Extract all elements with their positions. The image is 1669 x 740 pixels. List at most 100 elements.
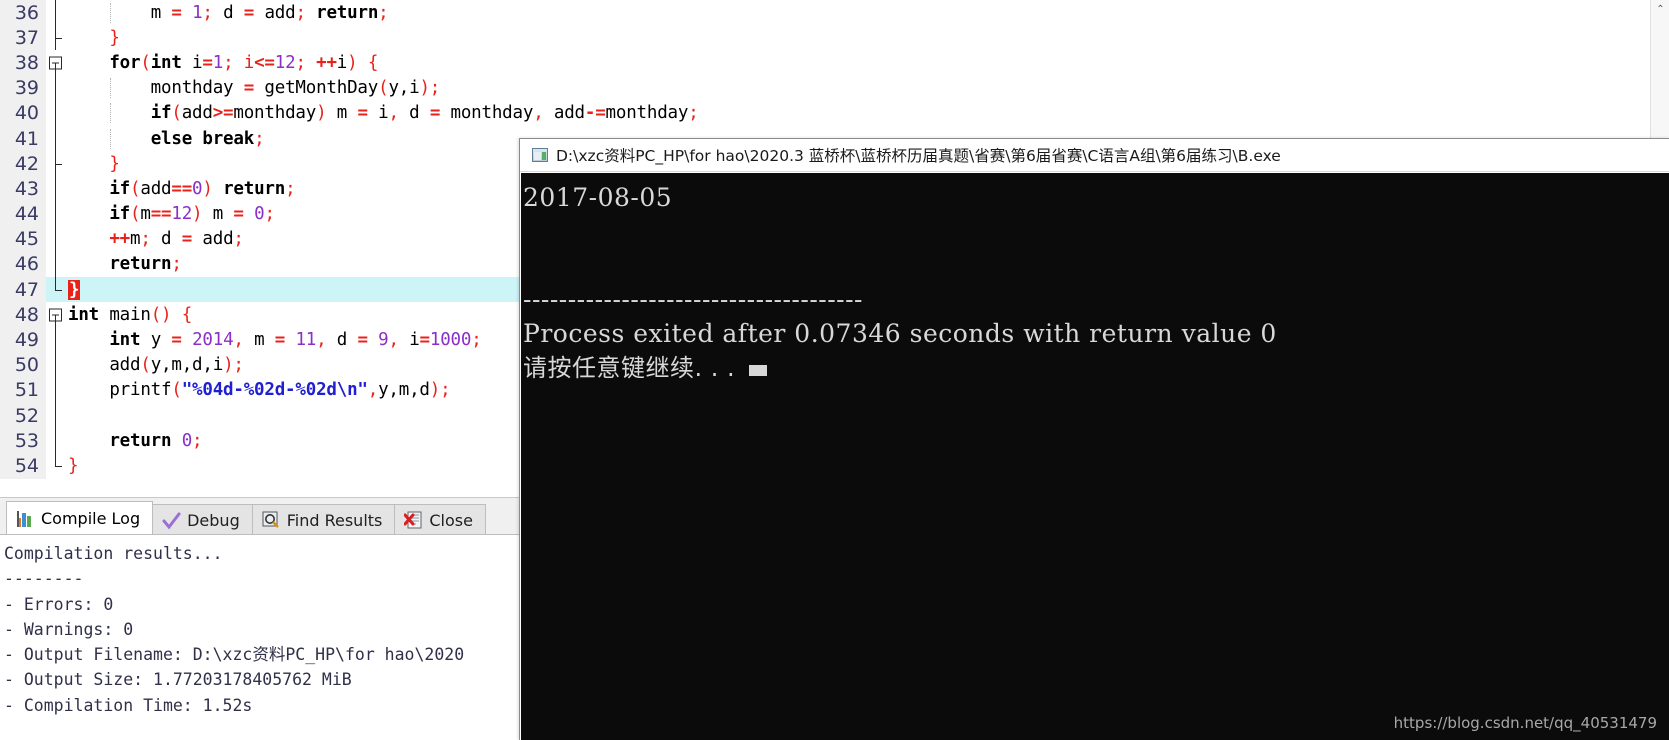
code-token: 0 [254, 204, 265, 225]
fold-guide-line [55, 377, 56, 403]
fold-gutter[interactable] [46, 25, 66, 51]
code-token: m [202, 204, 234, 225]
code-token: ; [192, 430, 203, 451]
fold-gutter[interactable] [46, 100, 66, 126]
code-token: add [543, 103, 585, 124]
tab-close[interactable]: Close [394, 504, 486, 535]
line-number: 42 [0, 151, 46, 177]
fold-gutter[interactable] [46, 428, 66, 454]
code-line[interactable]: 39 monthday = getMonthDay(y,i); [0, 75, 1669, 101]
code-token: ) [419, 78, 430, 99]
fold-gutter[interactable] [46, 50, 66, 76]
fold-gutter[interactable] [46, 125, 66, 152]
fold-guide-line [55, 403, 56, 429]
code-token: return [223, 178, 286, 199]
fold-gutter[interactable] [46, 377, 66, 403]
tab-debug[interactable]: Debug [152, 504, 253, 535]
code-token: m [326, 103, 358, 124]
fold-end-mark [55, 289, 62, 291]
tab-label: Close [429, 510, 473, 530]
code-token: ; [233, 355, 244, 376]
fold-gutter[interactable] [46, 226, 66, 252]
code-token: = [181, 229, 193, 250]
console-line-text: 2017-08-05 [523, 183, 673, 212]
code-token: ; [429, 78, 441, 99]
code-token: ( [130, 178, 141, 199]
code-token: <= [254, 52, 275, 73]
code-token: for [109, 52, 141, 73]
code-token: ; [254, 128, 265, 149]
indent-guide [110, 103, 112, 124]
line-number: 40 [0, 100, 46, 126]
code-line[interactable]: 40 if(add>=monthday) m = i, d = monthday… [0, 100, 1669, 126]
code-token: return [109, 430, 172, 451]
console-title-bar[interactable]: D:\xzc资料PC_HP\for hao\2020.3 蓝桥杯\蓝桥杯历届真题… [520, 139, 1669, 172]
fold-gutter[interactable] [46, 352, 66, 378]
scroll-up-arrow-icon[interactable]: ⌃ [1651, 0, 1669, 19]
line-number: 52 [0, 403, 46, 429]
fold-gutter[interactable] [46, 453, 66, 479]
code-token: if [109, 204, 131, 225]
fold-tick-mark [55, 163, 62, 165]
code-token: ; [140, 229, 151, 250]
line-number: 53 [0, 428, 46, 454]
console-line-text: -------------------------------------- [523, 285, 863, 314]
fold-guide-line [55, 62, 56, 76]
fold-gutter[interactable] [46, 151, 66, 177]
console-window[interactable]: D:\xzc资料PC_HP\for hao\2020.3 蓝桥杯\蓝桥杯历届真题… [519, 138, 1669, 740]
fold-gutter[interactable] [46, 176, 66, 202]
fold-gutter[interactable] [46, 251, 66, 278]
fold-gutter[interactable] [46, 277, 66, 303]
checkmark-icon [162, 511, 181, 530]
code-token: y,m,d [378, 380, 430, 401]
tab-compile-log[interactable]: Compile Log [6, 501, 154, 535]
fold-guide-line [55, 314, 56, 328]
line-number: 49 [0, 327, 46, 353]
fold-tick-mark [55, 37, 62, 39]
fold-guide-line [55, 453, 56, 466]
code-line[interactable]: 37 } [0, 25, 1669, 51]
line-number: 38 [0, 50, 46, 76]
code-token: 1000 [429, 330, 472, 351]
code-token: int [109, 330, 141, 351]
code-text: m = 1; d = add; return; [66, 2, 1669, 23]
line-number: 46 [0, 251, 46, 278]
fold-gutter[interactable] [46, 302, 66, 328]
code-text: } [66, 28, 1669, 48]
code-token: = [202, 52, 213, 73]
code-token: add [192, 229, 234, 250]
fold-gutter[interactable] [46, 201, 66, 227]
console-line: 2017-08-05 [523, 181, 1669, 215]
code-token: getMonthDay [254, 78, 379, 99]
fold-gutter[interactable] [46, 75, 66, 101]
console-line-text: 请按任意键继续. . . [523, 354, 736, 382]
close-document-icon [403, 511, 423, 530]
code-token: add [68, 355, 141, 376]
code-token: add [254, 2, 296, 23]
code-token: ; [378, 2, 389, 23]
code-token: break [202, 128, 255, 149]
code-token: ; [295, 2, 306, 23]
code-line[interactable]: 38 for(int i=1; i<=12; ++i) { [0, 50, 1669, 76]
console-title-text: D:\xzc资料PC_HP\for hao\2020.3 蓝桥杯\蓝桥杯历届真题… [556, 147, 1281, 165]
code-token: { [181, 304, 193, 325]
code-token: = [171, 330, 182, 351]
code-token: i [398, 330, 420, 351]
console-output-area[interactable]: 2017-08-05 -----------------------------… [521, 173, 1669, 740]
code-token: () [150, 304, 172, 325]
code-token: d [212, 2, 244, 23]
fold-guide-line [55, 201, 56, 227]
fold-end-mark [55, 465, 62, 467]
fold-gutter[interactable] [46, 327, 66, 353]
fold-guide-line [55, 100, 56, 126]
tab-label: Debug [187, 510, 240, 530]
fold-gutter[interactable] [46, 0, 66, 26]
tab-find-results[interactable]: Find Results [251, 504, 396, 535]
fold-gutter[interactable] [46, 403, 66, 429]
code-line[interactable]: 36 m = 1; d = add; return; [0, 0, 1669, 26]
